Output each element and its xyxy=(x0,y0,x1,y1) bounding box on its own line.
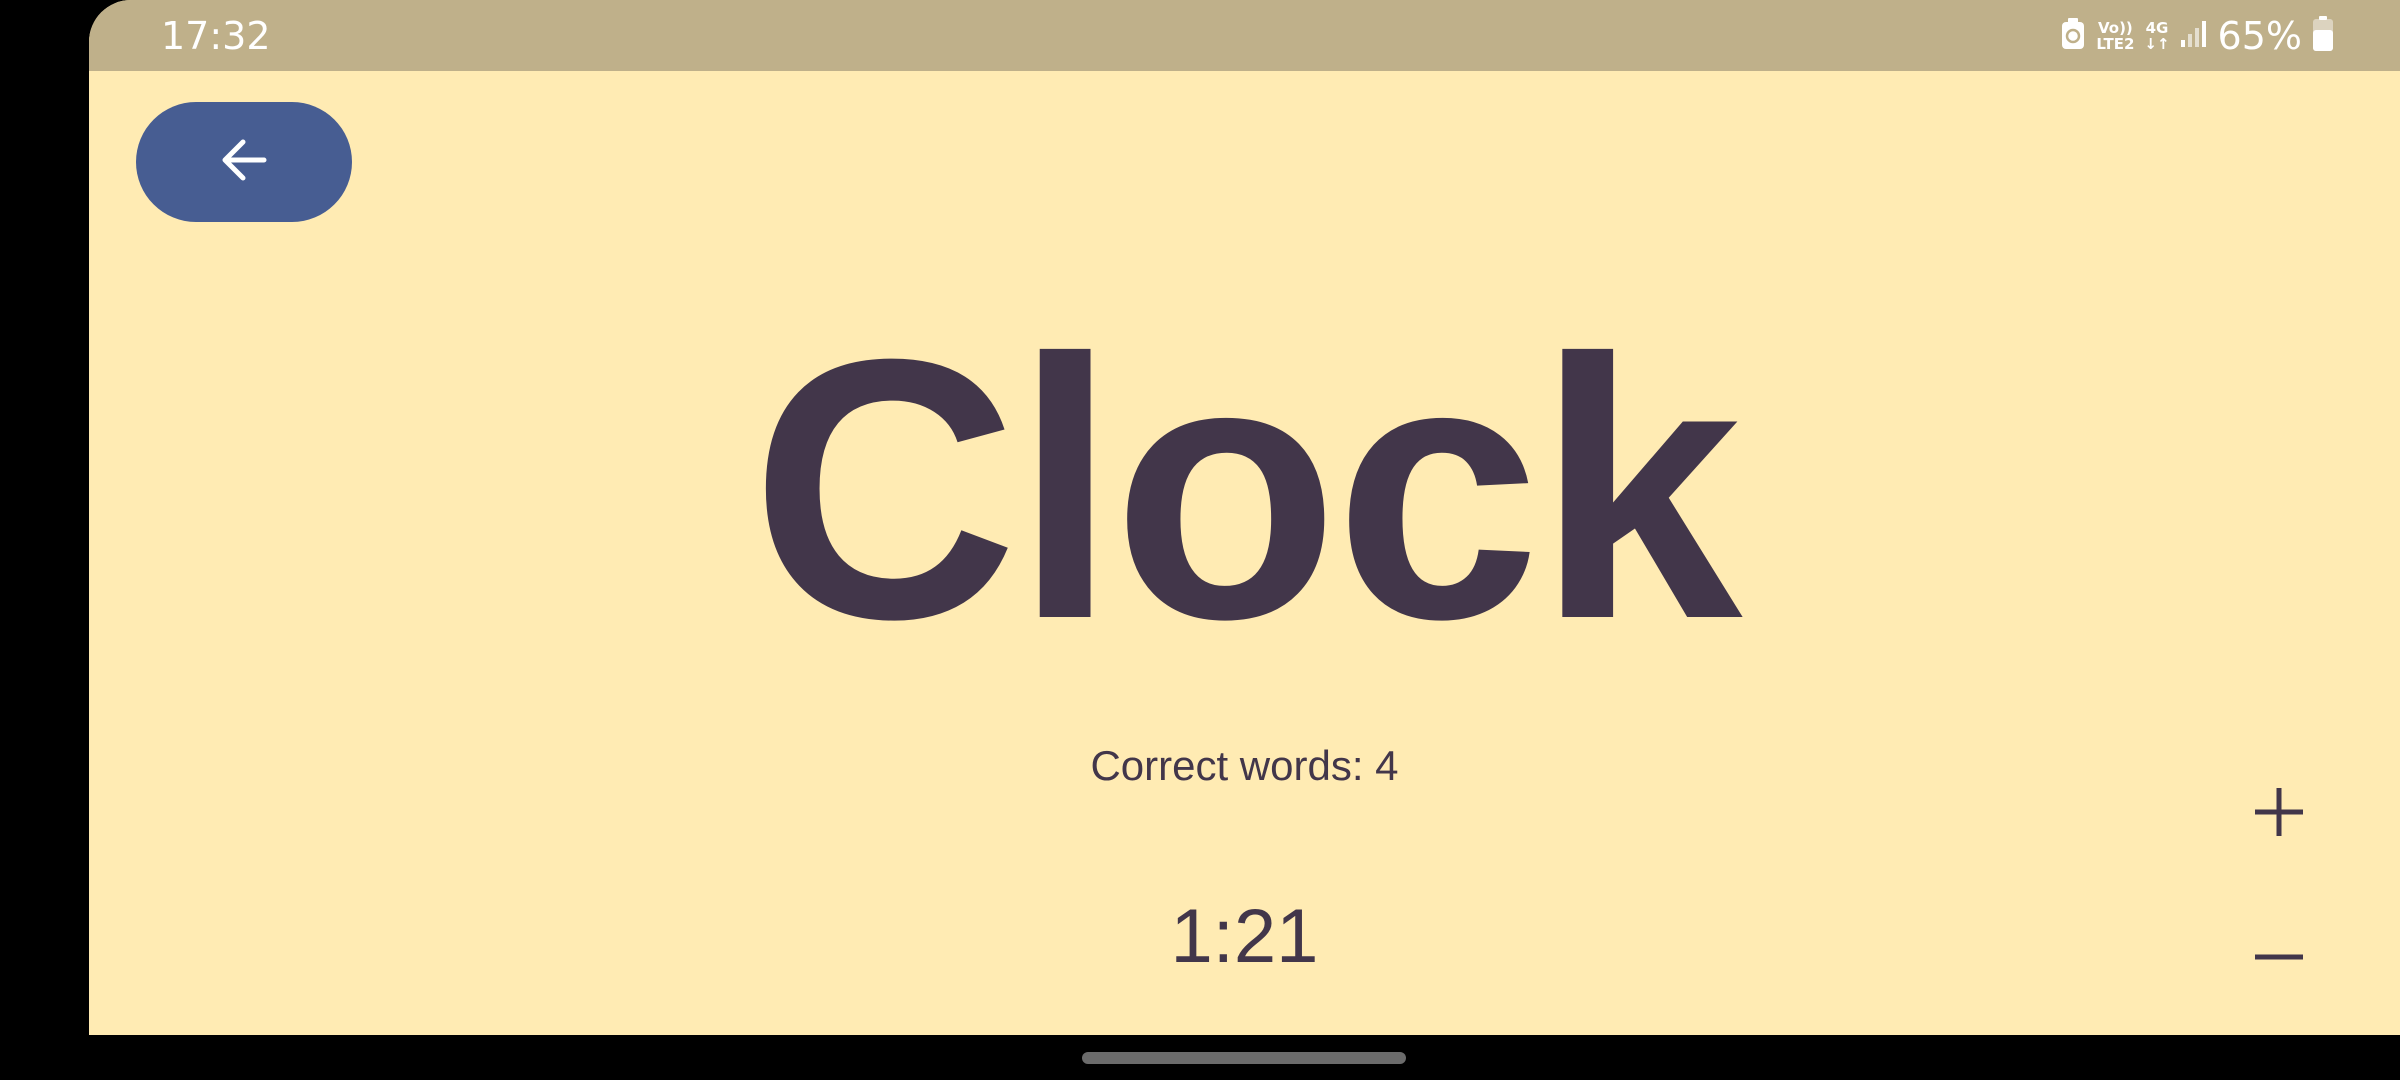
correct-words-count: Correct words: 4 xyxy=(1090,742,1399,789)
status-bar: 17:32 Vo)) LTE2 4G ↓↑ 65% xyxy=(89,0,2400,71)
volte-line2: LTE2 xyxy=(2096,35,2135,53)
network-indicator: 4G ↓↑ xyxy=(2144,20,2169,52)
decrease-button[interactable] xyxy=(2237,917,2321,1001)
status-time: 17:32 xyxy=(161,14,271,58)
volte-indicator: Vo)) LTE2 xyxy=(2096,20,2134,52)
status-icons: Vo)) LTE2 4G ↓↑ 65% xyxy=(2060,14,2334,58)
countdown-timer: 1:21 xyxy=(1170,894,1319,979)
arrow-left-icon xyxy=(216,132,272,193)
network-type: 4G xyxy=(2145,19,2169,37)
increase-button[interactable] xyxy=(2237,772,2321,856)
battery-saver-icon xyxy=(2060,17,2086,56)
battery-icon xyxy=(2312,15,2334,57)
home-indicator[interactable] xyxy=(1082,1052,1406,1064)
data-arrows-icon: ↓↑ xyxy=(2144,35,2170,53)
signal-icon xyxy=(2180,20,2208,53)
current-word: Clock xyxy=(750,283,1743,696)
game-screen: 17:32 Vo)) LTE2 4G ↓↑ 65% Clock Correct … xyxy=(89,0,2400,1035)
back-button[interactable] xyxy=(136,102,352,222)
battery-percent: 65% xyxy=(2217,14,2302,58)
volte-line1: Vo)) xyxy=(2097,19,2133,37)
minus-icon xyxy=(2254,933,2304,986)
plus-icon xyxy=(2254,787,2304,841)
